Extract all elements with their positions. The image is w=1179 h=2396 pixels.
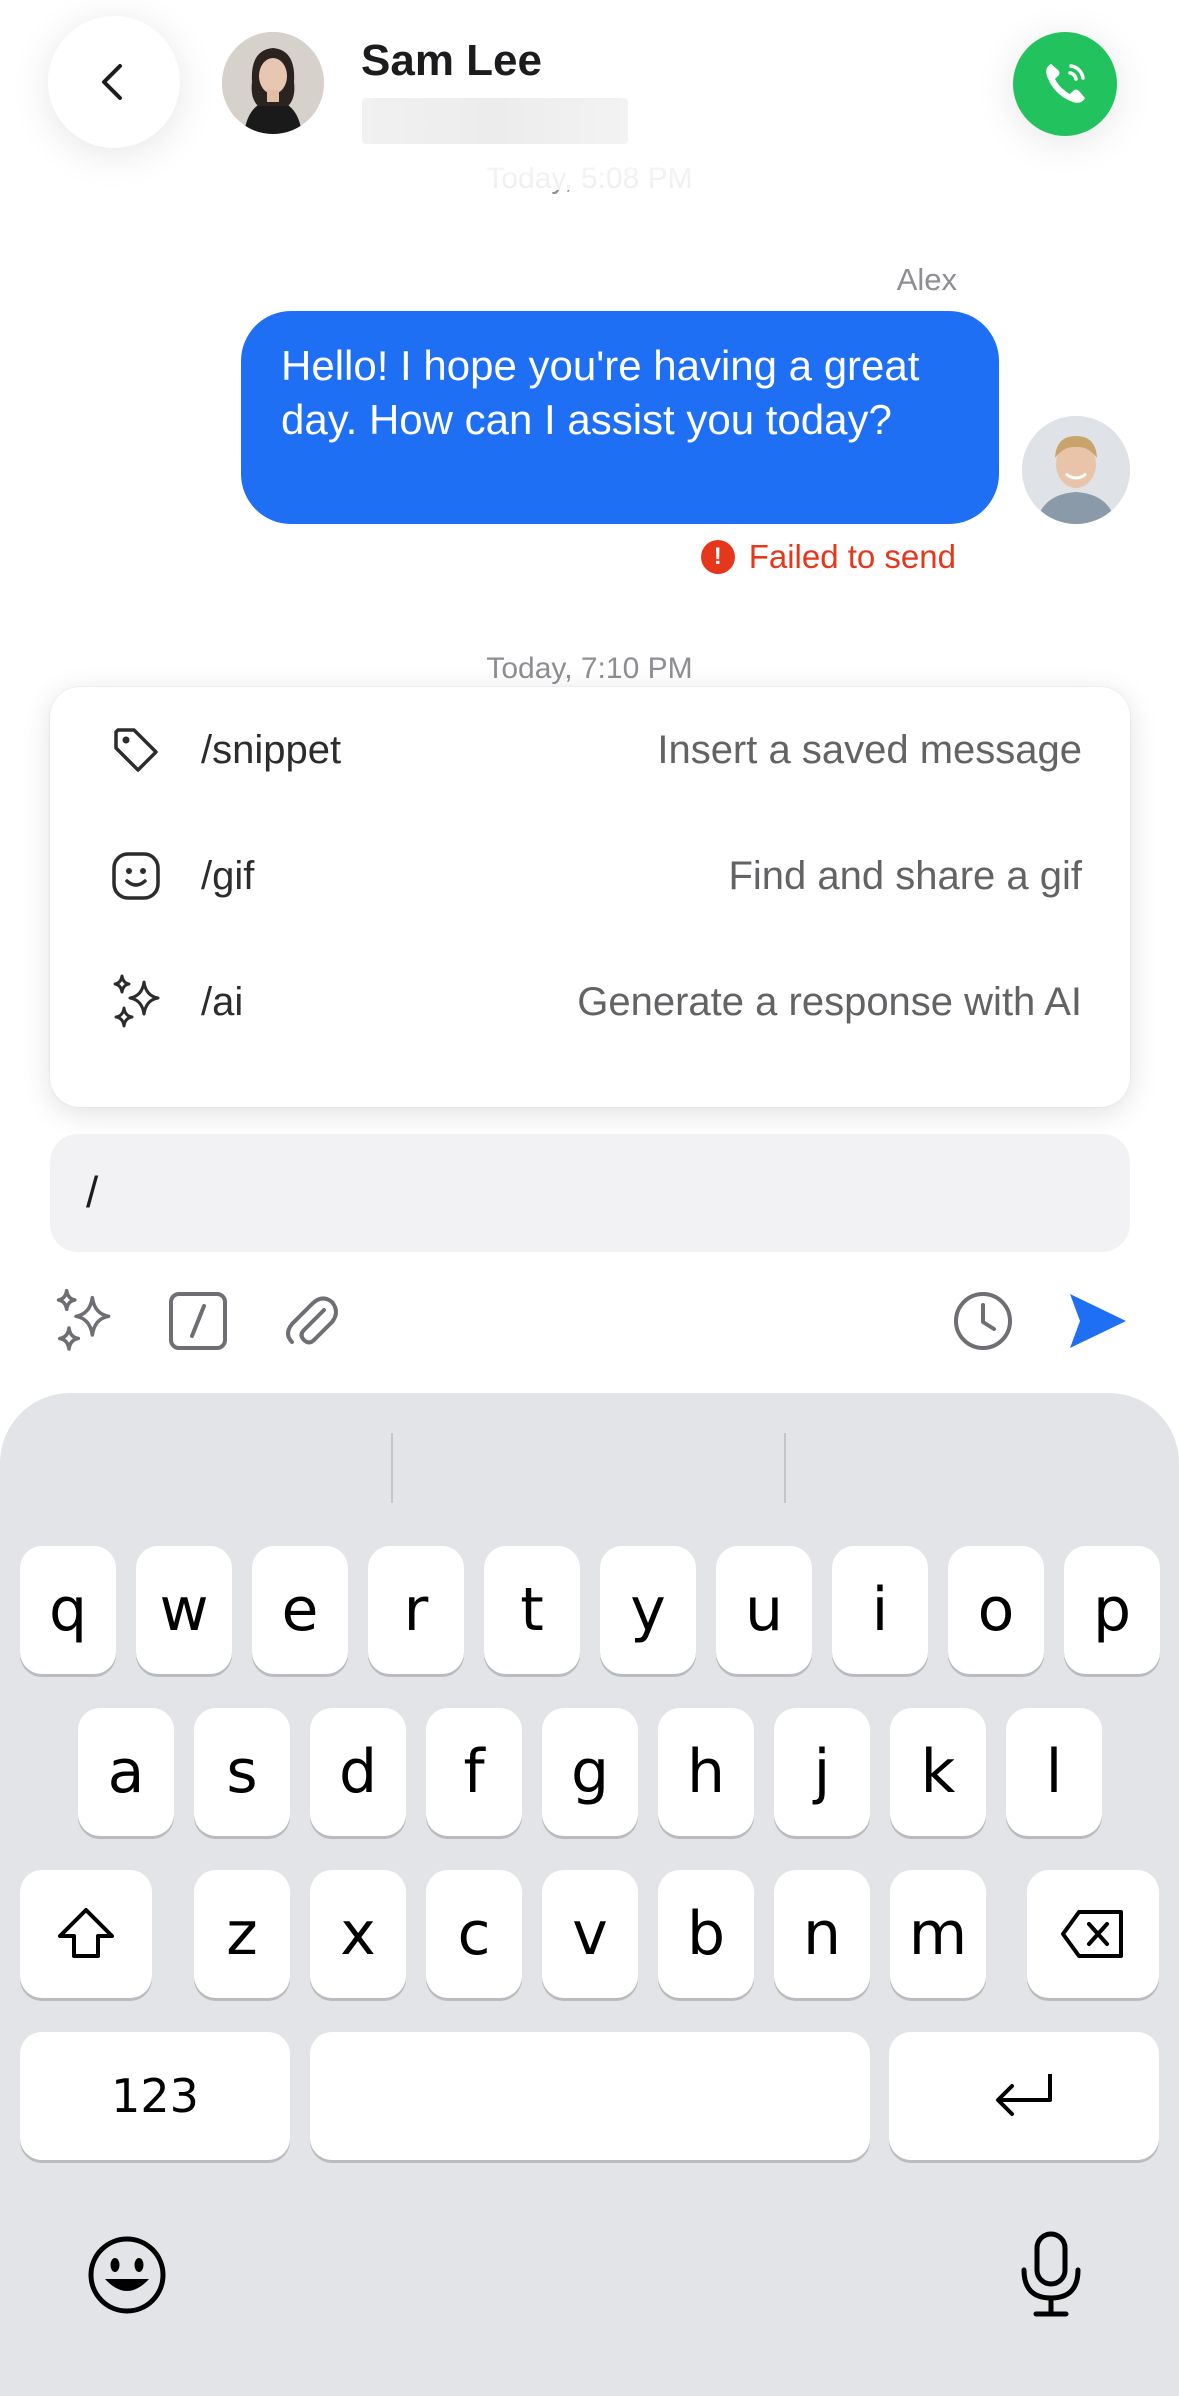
backspace-key[interactable] xyxy=(1027,1870,1159,1998)
space-key[interactable] xyxy=(310,2032,870,2160)
key-s[interactable]: s xyxy=(194,1708,290,1836)
key-x[interactable]: x xyxy=(310,1870,406,1998)
timestamp: Today, 7:10 PM xyxy=(486,652,693,685)
command-name: /ai xyxy=(201,979,244,1024)
contact-name: Sam Lee xyxy=(361,36,542,85)
key-r[interactable]: r xyxy=(368,1546,464,1674)
key-w[interactable]: w xyxy=(136,1546,232,1674)
tag-icon xyxy=(106,720,166,780)
message-bubble[interactable]: Hello! I hope you're having a great day.… xyxy=(241,311,999,524)
command-description: Insert a saved message xyxy=(657,727,1082,772)
command-name: /gif xyxy=(201,853,255,898)
chevron-left-icon xyxy=(102,64,122,100)
emoji-icon xyxy=(88,2236,166,2314)
microphone-icon xyxy=(1021,2231,1081,2317)
command-description: Generate a response with AI xyxy=(577,979,1082,1024)
key-e[interactable]: e xyxy=(252,1546,348,1674)
key-m[interactable]: m xyxy=(890,1870,986,1998)
return-key[interactable] xyxy=(889,2032,1159,2160)
call-button[interactable] xyxy=(1013,32,1117,136)
command-item-snippet[interactable]: /snippet Insert a saved message xyxy=(50,687,1130,813)
smiley-icon xyxy=(106,846,166,906)
paperclip-icon xyxy=(286,1296,338,1345)
suggestion-divider xyxy=(391,1433,393,1503)
key-f[interactable]: f xyxy=(426,1708,522,1836)
phone-call-icon xyxy=(1046,64,1085,103)
send-button[interactable] xyxy=(1062,1286,1132,1356)
key-j[interactable]: j xyxy=(774,1708,870,1836)
key-n[interactable]: n xyxy=(774,1870,870,1998)
slash-command-button[interactable] xyxy=(163,1286,233,1356)
key-b[interactable]: b xyxy=(658,1870,754,1998)
ai-button[interactable] xyxy=(48,1286,118,1356)
numbers-key[interactable]: 123 xyxy=(20,2032,290,2160)
key-d[interactable]: d xyxy=(310,1708,406,1836)
key-z[interactable]: z xyxy=(194,1870,290,1998)
send-icon xyxy=(1070,1294,1126,1348)
clock-icon xyxy=(954,1292,1012,1350)
key-u[interactable]: u xyxy=(716,1546,812,1674)
key-p[interactable]: p xyxy=(1064,1546,1160,1674)
key-k[interactable]: k xyxy=(890,1708,986,1836)
message-input-value: / xyxy=(86,1168,99,1217)
schedule-button[interactable] xyxy=(948,1286,1018,1356)
sparkles-icon xyxy=(56,1288,111,1351)
key-t[interactable]: t xyxy=(484,1546,580,1674)
error-icon: ! xyxy=(700,540,735,574)
sender-avatar xyxy=(1022,416,1130,524)
key-v[interactable]: v xyxy=(542,1870,638,1998)
attach-button[interactable] xyxy=(276,1286,346,1356)
key-a[interactable]: a xyxy=(78,1708,174,1836)
contact-subtitle-redacted xyxy=(362,98,628,144)
slash-command-icon xyxy=(169,1292,227,1350)
key-g[interactable]: g xyxy=(542,1708,638,1836)
shift-key[interactable] xyxy=(20,1870,152,1998)
sender-name: Alex xyxy=(896,262,957,297)
slash-command-menu: /snippet Insert a saved message /gif Fin… xyxy=(50,687,1130,1107)
contact-avatar[interactable] xyxy=(222,32,324,134)
backspace-icon xyxy=(1061,1910,1123,1958)
send-status[interactable]: ! Failed to send xyxy=(700,538,956,576)
return-icon xyxy=(996,2074,1052,2116)
suggestion-divider xyxy=(784,1433,786,1503)
key-l[interactable]: l xyxy=(1006,1708,1102,1836)
send-status-text: Failed to send xyxy=(748,538,956,575)
dictation-button[interactable] xyxy=(1006,2230,1096,2320)
emoji-button[interactable] xyxy=(82,2230,172,2320)
message-input[interactable]: / xyxy=(50,1134,1130,1252)
key-o[interactable]: o xyxy=(948,1546,1044,1674)
key-i[interactable]: i xyxy=(832,1546,928,1674)
shift-arrow-icon xyxy=(58,1908,114,1958)
key-c[interactable]: c xyxy=(426,1870,522,1998)
key-q[interactable]: q xyxy=(20,1546,116,1674)
sparkles-icon xyxy=(106,972,166,1032)
command-description: Find and share a gif xyxy=(728,853,1082,898)
back-button[interactable] xyxy=(48,16,180,148)
key-h[interactable]: h xyxy=(658,1708,754,1836)
key-y[interactable]: y xyxy=(600,1546,696,1674)
command-item-gif[interactable]: /gif Find and share a gif xyxy=(50,813,1130,939)
command-name: /snippet xyxy=(201,727,342,772)
chat-header: Sam Lee xyxy=(0,0,1179,190)
command-item-ai[interactable]: /ai Generate a response with AI xyxy=(50,939,1130,1065)
